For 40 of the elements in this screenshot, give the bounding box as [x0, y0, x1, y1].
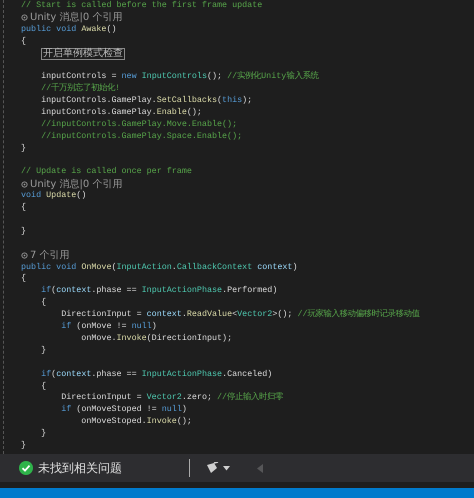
brush-icon[interactable] — [206, 462, 219, 474]
code-line: inputControls.GamePlay.SetCallbacks(this); — [40, 95, 252, 108]
code-line: public void Awake() — [21, 24, 117, 36]
code-line: // Start is called before the first frame update — [21, 0, 262, 12]
code-line: // Update is called once per frame — [21, 166, 192, 178]
code-line: if(context.phase == InputActionPhase.Performed) — [40, 285, 278, 298]
codelens-text[interactable]: Unity 消息|0 个引用 — [30, 178, 122, 190]
code-line: } — [21, 142, 26, 155]
code-line: if (onMoveStoped != null) — [60, 404, 187, 416]
reference-icon — [21, 180, 28, 188]
code-line: if (onMove != null) — [60, 321, 157, 333]
check-icon — [19, 461, 33, 475]
code-line: DirectionInput = Vector2.zero; //停止输入时归零 — [60, 392, 284, 404]
codelens-text[interactable]: 7 个引用 — [30, 250, 70, 262]
code-line: { — [40, 380, 46, 392]
code-line: } — [21, 440, 26, 452]
status-message: 未找到相关问题 — [38, 460, 122, 476]
code-line: inputControls.GamePlay.Enable(); — [40, 107, 202, 119]
code-line: { — [21, 273, 26, 286]
code-line: onMoveStoped.Invoke(); — [80, 416, 192, 428]
code-line: if(context.phase == InputActionPhase.Canceled) — [40, 368, 272, 381]
code-line: //inputControls.GamePlay.Move.Enable(); — [40, 118, 238, 131]
code-line: } — [40, 344, 46, 357]
code-line: //千万别忘了初始化! — [40, 83, 120, 96]
code-line: { — [21, 202, 26, 214]
code-line: DirectionInput = context.ReadValue<Vector2>(); //玩家输入移动偏移时记录移动值 — [60, 309, 420, 322]
code-line: } — [21, 226, 26, 238]
code-line: } — [40, 428, 46, 440]
code-line: inputControls = new InputControls(); //实例化Unity输入系统 — [40, 71, 318, 82]
code-line: { — [40, 297, 46, 310]
code-line: public void OnMove(InputAction.CallbackContext context) — [21, 262, 298, 274]
collapsed-region[interactable]: 开启单例模式检查 — [41, 48, 125, 60]
codelens-text[interactable]: Unity 消息|0 个引用 — [30, 12, 122, 24]
reference-icon — [21, 14, 28, 22]
code-line: { — [21, 36, 26, 48]
code-line: void Update() — [21, 190, 86, 202]
code-line: onMove.Invoke(DirectionInput); — [80, 332, 232, 345]
reference-icon — [21, 252, 28, 260]
caret-icon[interactable] — [223, 466, 230, 470]
code-line: //inputControls.GamePlay.Space.Enable(); — [40, 130, 242, 143]
